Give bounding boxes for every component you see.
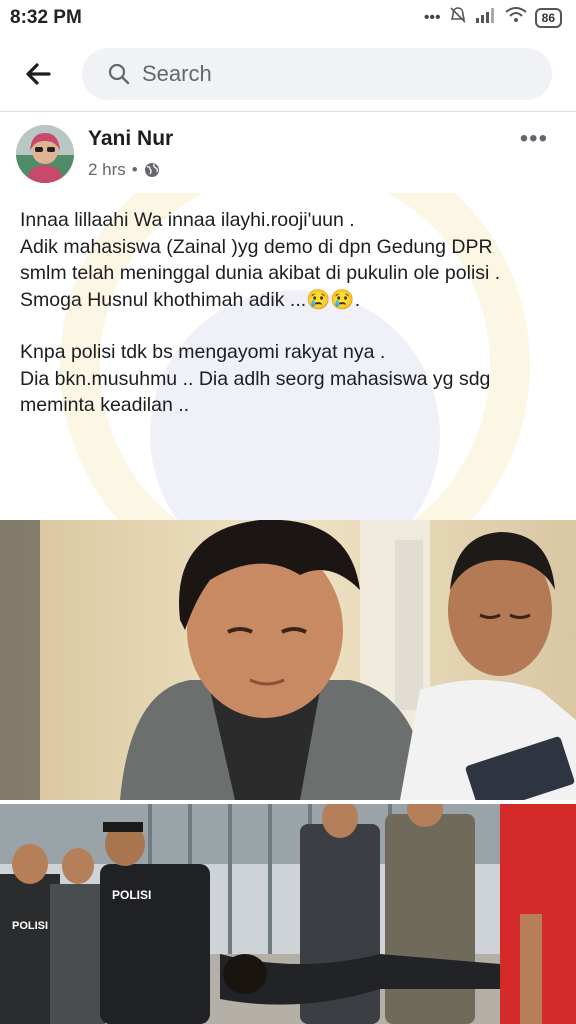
post-line: Knpa polisi tdk bs mengayomi rakyat nya … bbox=[20, 341, 386, 363]
signal-icon bbox=[475, 7, 497, 28]
post-line: Dia bkn.musuhmu .. Dia adlh seorg mahasi… bbox=[20, 367, 491, 417]
post-line: smlm telah meninggal dunia akibat di puk… bbox=[20, 262, 501, 284]
search-input[interactable]: Search bbox=[82, 48, 552, 100]
post-author-name[interactable]: Yani Nur bbox=[88, 127, 173, 151]
post-meta: 2 hrs • bbox=[88, 160, 160, 180]
post-body: Innaa lillaahi Wa innaa ilayhi.rooji'uun… bbox=[20, 207, 560, 419]
status-time: 8:32 PM bbox=[10, 7, 82, 28]
back-button[interactable] bbox=[22, 58, 54, 90]
avatar[interactable] bbox=[16, 125, 74, 183]
post-photo-arrest[interactable]: POLISI POLISI bbox=[0, 804, 576, 1024]
status-icons: ••• 86 bbox=[424, 6, 562, 29]
meta-separator: • bbox=[131, 160, 138, 179]
post-line: Innaa lillaahi Wa innaa ilayhi.rooji'uun… bbox=[20, 209, 355, 231]
wifi-icon bbox=[505, 7, 527, 28]
search-placeholder: Search bbox=[142, 61, 212, 86]
post-header: Yani Nur 2 hrs • ••• bbox=[0, 113, 576, 193]
post-line: Smoga Husnul khothimah adik ...😢😢. bbox=[20, 288, 361, 311]
globe-icon bbox=[144, 163, 159, 177]
mute-icon bbox=[449, 6, 467, 29]
vest-label-2: POLISI bbox=[12, 920, 48, 932]
search-icon bbox=[108, 63, 130, 85]
battery-indicator: 86 bbox=[534, 7, 562, 28]
vest-label: POLISI bbox=[112, 888, 151, 902]
post-time[interactable]: 2 hrs bbox=[88, 160, 126, 180]
post-photo-portrait[interactable] bbox=[0, 520, 576, 800]
more-dots-icon: ••• bbox=[423, 8, 441, 26]
post-line: Adik mahasiswa (Zainal )yg demo di dpn G… bbox=[20, 235, 493, 258]
nav-bar: Search bbox=[0, 36, 576, 112]
post-more-options-button[interactable]: ••• bbox=[520, 125, 548, 153]
status-bar: 8:32 PM ••• 86 bbox=[0, 0, 576, 36]
back-arrow-icon bbox=[26, 63, 51, 85]
